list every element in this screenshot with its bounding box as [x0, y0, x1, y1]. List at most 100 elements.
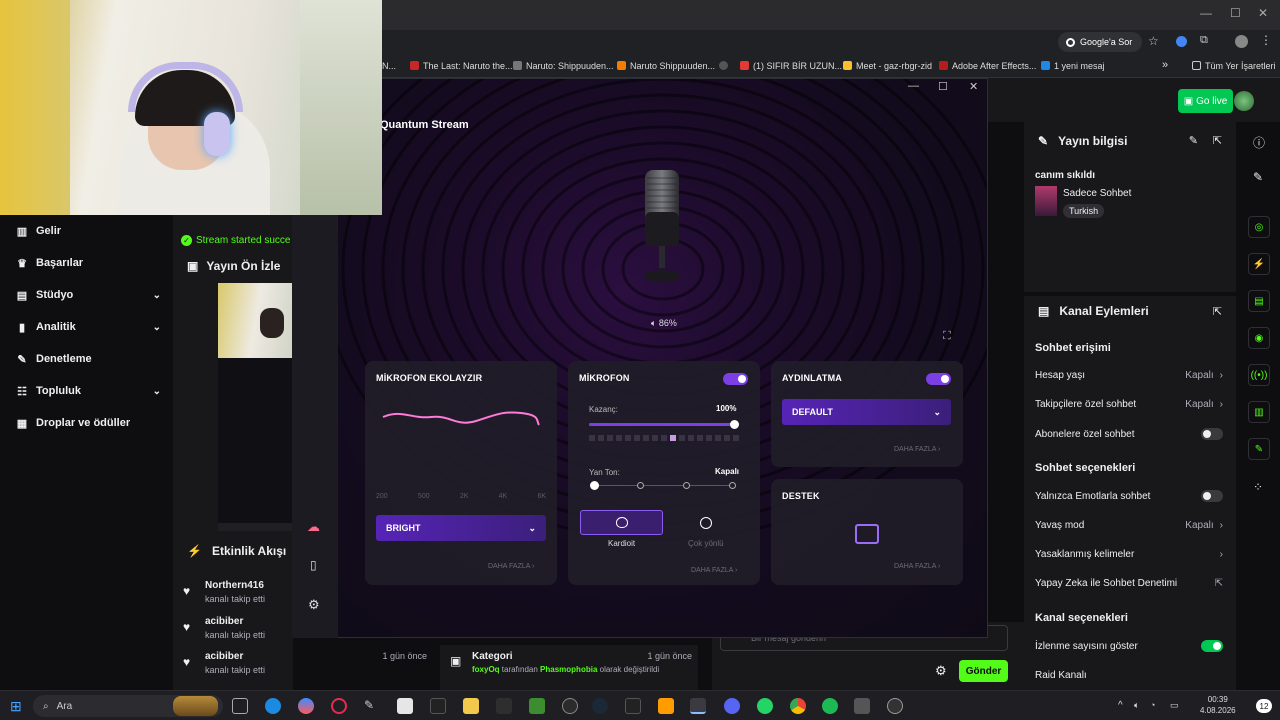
banned-words-setting[interactable]: Yasaklanmış kelimeler › — [1035, 549, 1223, 560]
app-maximize-button[interactable]: ☐ — [938, 80, 948, 93]
puzzle-extensions-icon[interactable]: ⧉ — [1200, 34, 1208, 47]
category-user-link[interactable]: foxyOq — [472, 665, 500, 674]
info-icon[interactable]: ⓘ — [1253, 134, 1265, 151]
profile-avatar[interactable] — [1235, 35, 1248, 48]
whatsapp-icon[interactable] — [757, 698, 773, 714]
slow-mode-setting[interactable]: Yavaş mod Kapalı › — [1035, 520, 1223, 531]
copilot-icon[interactable] — [298, 698, 314, 714]
opera-icon[interactable] — [331, 698, 347, 714]
eq-more-link[interactable]: DAHA FAZLA › — [488, 563, 534, 570]
nav-item-analitik[interactable]: ▮ Analitik ⌄ — [16, 321, 161, 334]
taskbar-clock[interactable]: 00:39 4.08.2026 — [1200, 694, 1236, 716]
followers-only-setting[interactable]: Takipçilere özel sohbet Kapalı › — [1035, 399, 1223, 410]
ai-moderation-setting[interactable]: Yapay Zeka ile Sohbet Denetimi ⇱ — [1035, 578, 1223, 589]
eq-preset-dropdown[interactable]: BRIGHT ⌄ — [376, 515, 546, 541]
extension-icon[interactable] — [1176, 36, 1187, 47]
task-view-icon[interactable] — [232, 698, 248, 714]
app-icon[interactable] — [562, 698, 578, 714]
show-viewcount-toggle[interactable] — [1201, 640, 1223, 652]
emote-only-toggle[interactable] — [1201, 490, 1223, 502]
go-live-button[interactable]: ▣ Go live — [1178, 89, 1233, 113]
app-icon[interactable] — [887, 698, 903, 714]
account-age-setting[interactable]: Hesap yaşı Kapalı › — [1035, 370, 1223, 381]
gain-slider[interactable] — [589, 420, 739, 429]
tray-overflow-icon[interactable]: ^ — [1118, 700, 1123, 711]
notes-icon[interactable]: ▤ — [1248, 290, 1270, 312]
app-icon[interactable] — [854, 698, 870, 714]
stream-preview-video[interactable] — [218, 283, 293, 531]
nav-item-studyo[interactable]: ▤ Stüdyo ⌄ — [16, 289, 161, 302]
maximize-window-button[interactable]: ☐ — [1230, 6, 1241, 20]
star-bookmark-icon[interactable]: ☆ — [1148, 34, 1159, 48]
ask-google-button[interactable]: Google'a Sor — [1058, 32, 1142, 52]
device-logo-icon[interactable]: ☁ — [307, 519, 320, 535]
device-icon[interactable]: ▯ — [310, 558, 317, 572]
app-close-button[interactable]: ✕ — [969, 80, 978, 93]
sidetone-slider[interactable] — [590, 481, 736, 490]
edit-icon[interactable]: ✎ — [1253, 170, 1263, 184]
steam-icon[interactable] — [592, 698, 608, 714]
settings-gear-icon[interactable]: ⚙ — [308, 597, 320, 613]
notification-badge[interactable]: 12 — [1256, 699, 1272, 713]
category-game-link[interactable]: Phasmophobia — [540, 665, 597, 674]
pen-icon[interactable]: ✎ — [364, 698, 380, 714]
chat-settings-gear-icon[interactable]: ⚙ — [935, 663, 947, 679]
clip-icon[interactable]: ◎ — [1248, 216, 1270, 238]
support-more-link[interactable]: DAHA FAZLA › — [894, 563, 940, 570]
edge-icon[interactable] — [265, 698, 281, 714]
eq-curve[interactable] — [381, 405, 543, 435]
windows-start-icon[interactable]: ⊞ — [10, 698, 22, 715]
fullscreen-icon[interactable]: ⛶ — [943, 330, 951, 343]
popout-icon[interactable]: ⇱ — [1213, 134, 1222, 147]
lighting-more-link[interactable]: DAHA FAZLA › — [894, 446, 940, 453]
pattern-cardioid-button[interactable] — [580, 510, 663, 535]
chat-send-button[interactable]: Gönder — [959, 660, 1008, 682]
tray-network-icon[interactable]: ◔ — [1150, 700, 1155, 710]
language-tag[interactable]: Turkish — [1063, 204, 1105, 218]
edit-pencil-icon[interactable]: ✎ — [1189, 134, 1198, 147]
app-icon[interactable] — [496, 698, 512, 714]
nav-item-gelir[interactable]: ▥ Gelir — [16, 225, 161, 238]
nav-item-denetleme[interactable]: ✎ Denetleme — [16, 353, 161, 366]
nav-item-basarilar[interactable]: ♛ Başarılar — [16, 257, 161, 270]
app-icon[interactable] — [658, 698, 674, 714]
tray-keyboard-icon[interactable]: ▭ — [1170, 700, 1179, 711]
browser-menu-icon[interactable]: ⋮ — [1260, 33, 1272, 47]
minimize-window-button[interactable]: — — [1200, 6, 1212, 20]
bookmarks-overflow-icon[interactable]: » — [1162, 59, 1168, 71]
pattern-omni-button[interactable] — [664, 510, 747, 535]
support-chat-icon[interactable] — [855, 524, 879, 544]
microphone-toggle[interactable] — [723, 373, 748, 385]
bookmark-item[interactable]: (1) SIFIR BİR UZUN... — [740, 61, 842, 71]
taskbar-search[interactable]: ⌕ Ara — [33, 695, 223, 717]
raid-channel-setting[interactable]: Raid Kanalı — [1035, 670, 1223, 681]
spotify-icon[interactable] — [822, 698, 838, 714]
wrench-icon[interactable]: ✎ — [1248, 438, 1270, 460]
chat-bubble-icon[interactable]: ◉ — [1248, 327, 1270, 349]
mic-more-link[interactable]: DAHA FAZLA › — [691, 567, 737, 574]
bookmark-item[interactable]: Naruto: Shippuuden... — [513, 61, 614, 71]
user-avatar[interactable] — [1234, 91, 1254, 111]
app-minimize-button[interactable]: — — [908, 80, 919, 92]
chrome-icon[interactable] — [790, 698, 806, 714]
epic-games-icon[interactable] — [430, 698, 446, 714]
lighting-toggle[interactable] — [926, 373, 951, 385]
subs-only-toggle[interactable] — [1201, 428, 1223, 440]
gain-slider-handle[interactable] — [730, 420, 739, 429]
bookmark-item[interactable]: Adobe After Effects... — [939, 61, 1036, 71]
quantum-stream-taskbar-icon[interactable] — [690, 698, 706, 714]
more-actions-icon[interactable]: ⁘ — [1253, 480, 1263, 494]
epic-games-icon[interactable] — [625, 698, 641, 714]
popout-icon[interactable]: ⇱ — [1213, 305, 1222, 318]
lighting-preset-dropdown[interactable]: DEFAULT ⌄ — [782, 399, 951, 425]
discord-icon[interactable] — [724, 698, 740, 714]
broadcast-icon[interactable]: ((•)) — [1248, 364, 1270, 386]
nav-item-droplar[interactable]: ▦ Droplar ve ödüller — [16, 417, 161, 430]
bookmark-item[interactable] — [719, 61, 732, 71]
bookmark-item[interactable]: 1 yeni mesaj — [1041, 61, 1105, 71]
layout-icon[interactable]: ▥ — [1248, 401, 1270, 423]
store-icon[interactable] — [397, 698, 413, 714]
minecraft-icon[interactable] — [529, 698, 545, 714]
all-bookmarks-folder[interactable]: Tüm Yer İşaretleri — [1192, 61, 1276, 71]
bookmark-item[interactable]: N... — [382, 61, 396, 71]
